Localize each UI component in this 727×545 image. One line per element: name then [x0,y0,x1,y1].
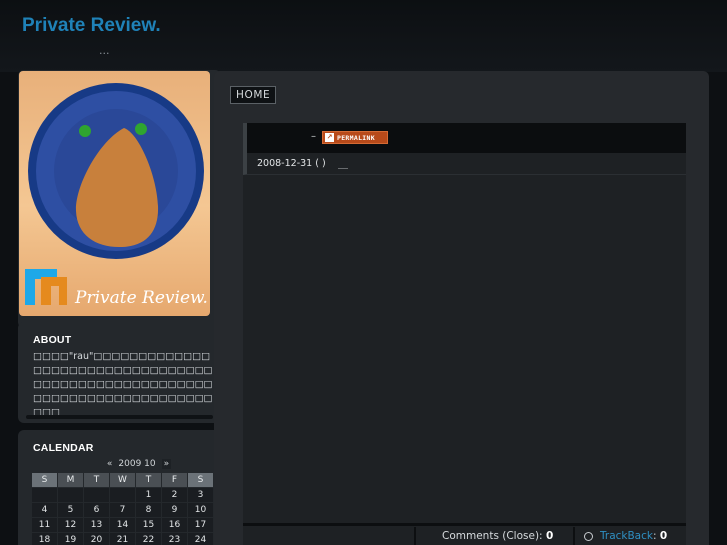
panel-divider [26,415,213,419]
site-description: ... [99,44,110,57]
calendar-day [84,488,109,502]
weekday-header: S [188,473,213,487]
entry-footer: Comments (Close): 0 TrackBack: 0 [243,527,686,545]
calendar-day: 10 [188,503,213,517]
calendar-day: 17 [188,518,213,532]
calendar-day: 13 [84,518,109,532]
calendar-next-link[interactable]: » [161,458,172,469]
calendar-day: 14 [110,518,135,532]
calendar-day: 3 [188,488,213,502]
entry-date: 2008-12-31 ( ) [257,158,326,169]
calendar-day [32,488,57,502]
calendar-day [110,488,135,502]
calendar-day: 23 [162,533,187,545]
trackback-circle-icon [584,532,593,541]
trackback-link[interactable]: TrackBack [600,530,653,542]
calendar-day: 4 [32,503,57,517]
calendar-day: 7 [110,503,135,517]
home-link[interactable]: HOME [230,86,277,104]
weekday-header: T [136,473,161,487]
calendar-day [58,488,83,502]
calendar-day: 12 [58,518,83,532]
logo-panel: Private Review. [18,70,221,328]
main-panel: HOME – ↗ PERMALINK 2008-12-31 ( ) ＿ Comm… [214,71,709,545]
entry-title-dash: – [311,131,316,142]
calendar-day: 18 [32,533,57,545]
trackback-count: 0 [659,530,668,542]
footer-separator [414,527,416,545]
site-title[interactable]: Private Review. [22,15,161,37]
calendar-day: 22 [136,533,161,545]
calendar-day: 5 [58,503,83,517]
permalink-label: PERMALINK [337,133,375,142]
calendar-grid: S M T W T F S 1 2 3 4 5 6 7 8 9 10 11 12… [32,473,213,545]
calendar-day: 15 [136,518,161,532]
entry-footer-divider [243,523,686,526]
calendar-day: 9 [162,503,187,517]
calendar-day: 8 [136,503,161,517]
weekday-header: W [110,473,135,487]
comments-label: Comments (Close): [442,530,546,542]
entry-meta: 2008-12-31 ( ) ＿ [243,153,686,175]
svg-text:Private Review.: Private Review. [74,288,208,308]
calendar-day: 2 [162,488,187,502]
calendar-day: 20 [84,533,109,545]
about-text: □□□□"rau"□□□□□□□□□□□□□□□□□□□□□□□□□□□□□□□… [33,351,213,418]
permalink-arrow-icon: ↗ [325,133,334,142]
weekday-header: S [32,473,57,487]
weekday-header: T [84,473,109,487]
calendar-nav: « 2009 10 » [104,457,174,470]
calendar-day: 16 [162,518,187,532]
entry: – ↗ PERMALINK 2008-12-31 ( ) ＿ [243,123,686,527]
about-panel: ABOUT □□□□"rau"□□□□□□□□□□□□□□□□□□□□□□□□□… [18,322,221,423]
weekday-header: M [58,473,83,487]
calendar-day: 24 [188,533,213,545]
calendar-panel: CALENDAR « 2009 10 » S M T W T F S 1 2 3… [18,430,221,545]
trackback-status: TrackBack: 0 [600,530,667,542]
calendar-day: 21 [110,533,135,545]
calendar-day: 19 [58,533,83,545]
comments-status: Comments (Close): 0 [442,530,553,542]
entry-meta-mark: ＿ [338,160,348,171]
trackback-separator: : [652,530,660,542]
weekday-header: F [162,473,187,487]
entry-header: – ↗ PERMALINK [243,123,686,153]
calendar-day: 11 [32,518,57,532]
calendar-day: 1 [136,488,161,502]
calendar-title: CALENDAR [33,442,94,454]
comments-count: 0 [545,530,554,542]
footer-separator [573,527,575,545]
permalink-button[interactable]: ↗ PERMALINK [322,131,388,144]
calendar-month-label: 2009 10 [118,458,156,469]
site-logo-image[interactable]: Private Review. [19,71,210,316]
calendar-day: 6 [84,503,109,517]
about-title: ABOUT [33,334,72,346]
calendar-prev-link[interactable]: « [107,459,113,469]
